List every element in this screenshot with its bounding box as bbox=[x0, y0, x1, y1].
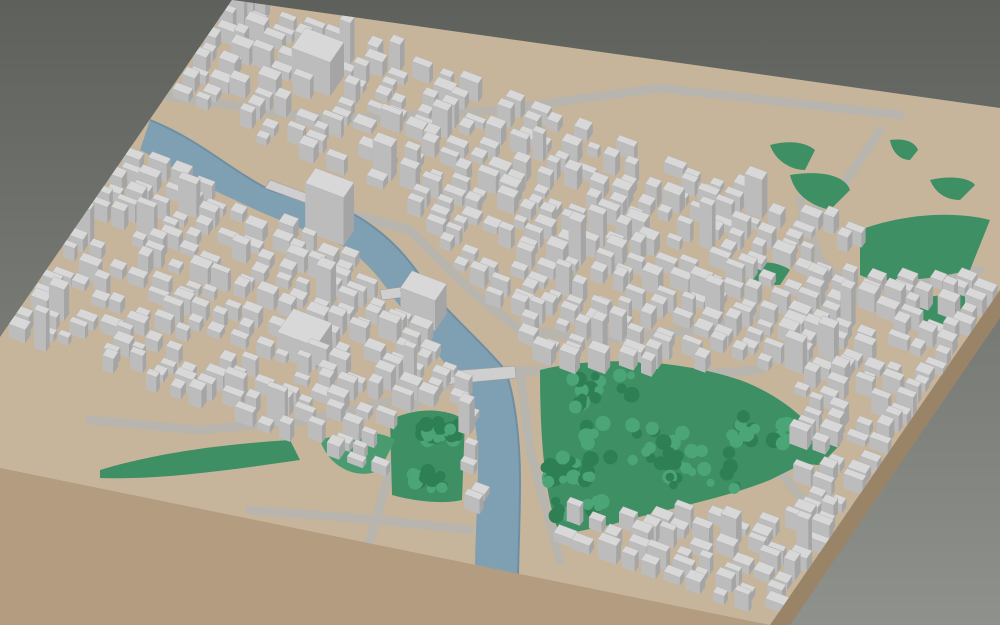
tree bbox=[543, 462, 555, 475]
tree bbox=[625, 417, 640, 433]
building bbox=[497, 220, 516, 250]
tree bbox=[680, 462, 692, 475]
building bbox=[177, 171, 201, 219]
building bbox=[602, 145, 621, 177]
tree bbox=[603, 449, 618, 465]
building bbox=[145, 368, 161, 394]
building-left-face bbox=[699, 201, 712, 251]
tree bbox=[578, 428, 595, 445]
tree bbox=[672, 450, 684, 462]
tree bbox=[669, 480, 678, 490]
building-front-face bbox=[45, 308, 50, 352]
building-left-face bbox=[532, 130, 543, 163]
building-left-face bbox=[389, 41, 400, 72]
building bbox=[608, 305, 628, 342]
tree bbox=[613, 368, 627, 383]
tree bbox=[566, 372, 580, 386]
city-model-scene[interactable] bbox=[0, 0, 1000, 625]
building bbox=[388, 34, 405, 72]
tree bbox=[665, 472, 675, 482]
building bbox=[784, 329, 808, 375]
building-front-face bbox=[350, 17, 355, 65]
building bbox=[563, 158, 583, 191]
building bbox=[817, 315, 840, 362]
tree bbox=[555, 450, 570, 465]
tree bbox=[558, 475, 568, 484]
building-left-face bbox=[818, 322, 834, 362]
tree bbox=[420, 464, 435, 479]
tree bbox=[582, 450, 599, 467]
tree bbox=[419, 416, 434, 432]
tree bbox=[408, 468, 418, 478]
tree bbox=[444, 423, 457, 436]
tree bbox=[726, 429, 739, 441]
building bbox=[278, 414, 295, 442]
tree bbox=[568, 400, 582, 414]
building bbox=[566, 496, 584, 526]
building bbox=[296, 349, 313, 376]
tree bbox=[595, 415, 611, 432]
tree bbox=[627, 454, 638, 466]
tree bbox=[739, 426, 755, 442]
tree bbox=[644, 441, 656, 454]
building bbox=[110, 200, 129, 231]
building bbox=[129, 346, 147, 374]
building-front-face bbox=[711, 200, 716, 251]
tree bbox=[645, 421, 659, 435]
building bbox=[188, 378, 208, 409]
tree bbox=[697, 461, 712, 476]
building-left-face bbox=[744, 173, 762, 220]
building bbox=[532, 125, 547, 163]
tree bbox=[736, 410, 750, 423]
tree bbox=[728, 482, 740, 494]
building-left-face bbox=[34, 309, 46, 352]
building bbox=[836, 226, 853, 253]
tree bbox=[542, 475, 555, 488]
tree bbox=[590, 371, 600, 381]
building bbox=[239, 102, 257, 130]
building-front-face bbox=[543, 129, 547, 163]
building bbox=[640, 350, 657, 377]
building bbox=[744, 165, 768, 220]
tree bbox=[582, 472, 592, 482]
city-model-viewport[interactable] bbox=[0, 0, 1000, 625]
building-front-face bbox=[569, 263, 573, 298]
tree bbox=[548, 508, 564, 524]
building-left-face bbox=[609, 312, 623, 342]
building bbox=[33, 303, 50, 352]
tree bbox=[722, 458, 738, 474]
tree bbox=[706, 478, 715, 487]
building bbox=[367, 372, 384, 401]
building bbox=[458, 392, 476, 436]
building bbox=[621, 545, 640, 573]
tree bbox=[582, 498, 594, 511]
tree bbox=[589, 392, 602, 404]
tree bbox=[594, 502, 603, 512]
tree bbox=[695, 444, 708, 458]
tree bbox=[627, 371, 635, 380]
tree bbox=[722, 446, 736, 459]
building-front-face bbox=[580, 215, 586, 267]
tree bbox=[624, 392, 634, 402]
building bbox=[274, 87, 292, 118]
tree bbox=[436, 482, 448, 493]
building bbox=[231, 233, 251, 265]
building-left-face bbox=[458, 400, 470, 436]
building bbox=[699, 195, 716, 251]
